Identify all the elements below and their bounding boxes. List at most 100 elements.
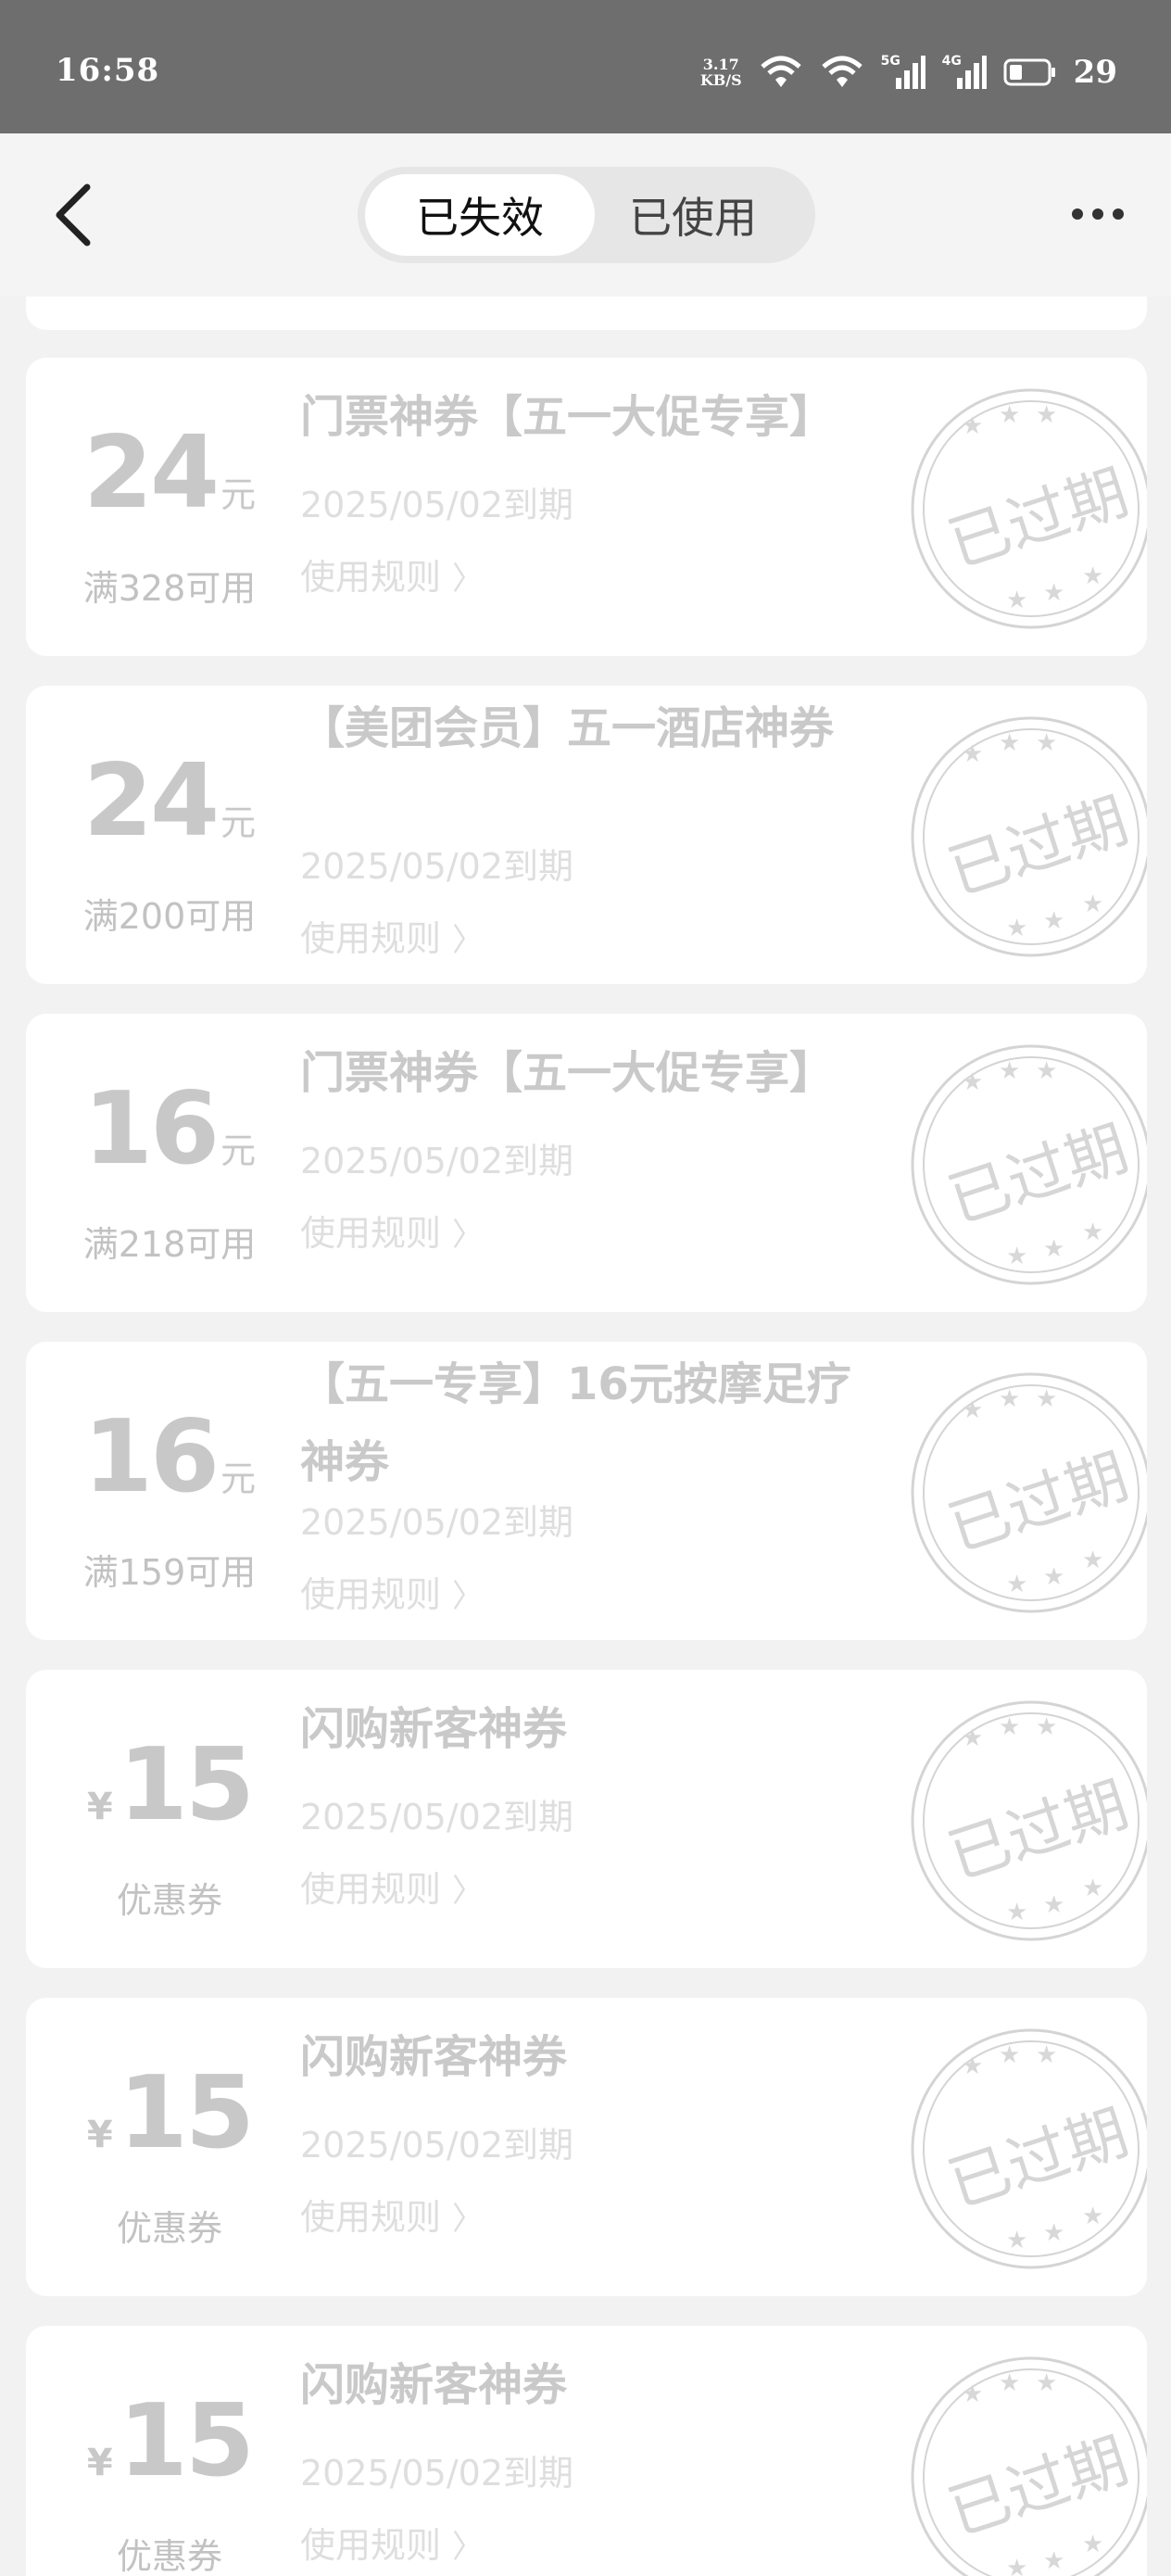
svg-text:★: ★ [1006, 915, 1027, 942]
coupon-rules-link[interactable]: 使用规则〉 [300, 549, 484, 600]
coupon-card-partial[interactable] [26, 297, 1147, 330]
network-speed-unit: KB/S [699, 71, 742, 89]
coupon-rules-label: 使用规则 [300, 1574, 442, 1615]
coupon-expiry: 2025/05/02到期 [300, 2125, 574, 2166]
coupon-currency: ¥ [86, 2442, 113, 2484]
more-dots-icon [1113, 208, 1124, 220]
coupon-condition: 优惠券 [116, 2208, 222, 2249]
stamp-text: 已过期 [940, 2424, 1137, 2548]
coupon-amount-value: 15 [118, 1727, 255, 1843]
coupon-expiry: 2025/05/02到期 [300, 846, 574, 887]
svg-text:★: ★ [1006, 2555, 1027, 2576]
coupon-rules-label: 使用规则 [300, 2197, 442, 2238]
coupon-card[interactable]: ¥15 优惠券 闪购新客神券 2025/05/02到期 使用规则〉 ★ ★ ★ ★ ★… [26, 1670, 1147, 1968]
coupon-title: 闪购新客神券 [300, 2359, 568, 2411]
coupon-amount-value: 24 [82, 743, 220, 859]
expired-stamp-icon: ★ ★ ★ ★ ★ ★ 已过期 [911, 1372, 1147, 1613]
coupon-amount: 16 元 [26, 1407, 313, 1509]
coupon-condition: 满159可用 [82, 1552, 257, 1593]
coupon-title: 门票神券【五一大促专享】 [300, 391, 835, 443]
svg-text:★: ★ [1036, 1385, 1057, 1413]
coupon-title: 闪购新客神券 [300, 2031, 568, 2083]
network-speed-value: 3.17 [702, 56, 739, 73]
coupon-rules-link[interactable]: 使用规则〉 [300, 910, 484, 961]
coupon-amount: 24 元 [26, 423, 313, 524]
svg-text:★: ★ [1082, 562, 1103, 590]
coupon-amount-value: 16 [82, 1399, 220, 1515]
back-button[interactable] [48, 182, 107, 248]
chevron-left-icon [56, 183, 91, 246]
coupon-amount-unit: 元 [220, 1130, 257, 1171]
svg-text:★: ★ [999, 1057, 1020, 1085]
stamp-text: 已过期 [940, 784, 1137, 908]
coupon-rules-link[interactable]: 使用规则〉 [300, 1205, 484, 1256]
chevron-right-icon: 〉 [452, 1578, 485, 1615]
coupon-title: 门票神券【五一大促专享】 [300, 1047, 835, 1099]
tab-used[interactable]: 已使用 [578, 174, 808, 256]
svg-text:★: ★ [1043, 1563, 1064, 1591]
expired-stamp-icon: ★ ★ ★ ★ ★ ★ 已过期 [911, 388, 1147, 629]
battery-icon [1003, 57, 1057, 87]
svg-text:★: ★ [1043, 2547, 1064, 2575]
svg-text:★: ★ [1043, 2219, 1064, 2247]
coupon-amount: ¥15 [26, 2391, 313, 2493]
stamp-text: 已过期 [940, 456, 1137, 580]
expired-stamp-icon: ★ ★ ★ ★ ★ ★ 已过期 [911, 1044, 1147, 1285]
coupon-card[interactable]: ¥15 优惠券 闪购新客神券 2025/05/02到期 使用规则〉 ★ ★ ★ ★ ★… [26, 2326, 1147, 2576]
svg-text:★: ★ [1036, 2369, 1057, 2397]
svg-text:★: ★ [962, 2380, 983, 2408]
svg-text:★: ★ [1006, 587, 1027, 614]
coupon-list[interactable]: 24 元 满328可用 门票神券【五一大促专享】 2025/05/02到期 使用规… [0, 297, 1171, 2576]
coupon-rules-link[interactable]: 使用规则〉 [300, 1566, 484, 1617]
tab-expired[interactable]: 已失效 [365, 174, 595, 256]
svg-text:★: ★ [1043, 579, 1064, 607]
coupon-rules-label: 使用规则 [300, 1213, 442, 1254]
coupon-condition: 优惠券 [116, 2536, 222, 2576]
svg-text:★: ★ [962, 2052, 983, 2080]
chevron-right-icon: 〉 [452, 561, 485, 598]
svg-text:★: ★ [1082, 890, 1103, 918]
svg-text:★: ★ [1036, 2041, 1057, 2069]
coupon-card[interactable]: 24 元 满200可用 【美团会员】五一酒店神券 2025/05/02到期 使用规… [26, 686, 1147, 984]
coupon-expiry: 2025/05/02到期 [300, 2453, 574, 2494]
svg-text:★: ★ [1006, 1571, 1027, 1598]
svg-text:★: ★ [999, 1385, 1020, 1413]
coupon-amount-unit: 元 [220, 802, 257, 843]
coupon-rules-link[interactable]: 使用规则〉 [300, 2189, 484, 2240]
svg-text:★: ★ [1043, 1235, 1064, 1263]
stamp-text: 已过期 [940, 1112, 1137, 1236]
coupon-card[interactable]: 24 元 满328可用 门票神券【五一大促专享】 2025/05/02到期 使用规… [26, 358, 1147, 656]
stamp-text: 已过期 [940, 1440, 1137, 1564]
svg-text:★: ★ [999, 1713, 1020, 1741]
coupon-title: 闪购新客神券 [300, 1703, 568, 1755]
chevron-right-icon: 〉 [452, 2529, 485, 2566]
coupon-condition: 优惠券 [116, 1880, 222, 1921]
coupon-amount-unit: 元 [220, 474, 257, 515]
chevron-right-icon: 〉 [452, 1217, 485, 1254]
coupon-title: 【美团会员】五一酒店神券 [300, 702, 835, 754]
coupon-expiry: 2025/05/02到期 [300, 1141, 574, 1181]
network-speed: 3.17 KB/S [700, 57, 742, 88]
coupon-card[interactable]: 16 元 满159可用 【五一专享】16元按摩足疗神券 2025/05/02到期 … [26, 1342, 1147, 1640]
expired-stamp-icon: ★ ★ ★ ★ ★ ★ 已过期 [911, 2028, 1147, 2269]
svg-text:★: ★ [1082, 2531, 1103, 2558]
svg-text:★: ★ [1082, 1219, 1103, 1246]
coupon-condition: 满200可用 [82, 896, 257, 937]
status-icons: 3.17 KB/S 5G 4G 29 [700, 50, 1117, 95]
svg-text:★: ★ [1082, 1547, 1103, 1574]
coupon-condition: 满328可用 [82, 568, 257, 609]
svg-text:★: ★ [1043, 907, 1064, 935]
svg-text:★: ★ [962, 1068, 983, 1096]
more-button[interactable] [1065, 200, 1130, 228]
coupon-amount: 24 元 [26, 751, 313, 852]
svg-text:★: ★ [1036, 1713, 1057, 1741]
coupon-amount-value: 24 [82, 415, 220, 531]
sim-label-4g: 4G [941, 54, 962, 69]
coupon-card[interactable]: ¥15 优惠券 闪购新客神券 2025/05/02到期 使用规则〉 ★ ★ ★ ★ ★… [26, 1998, 1147, 2296]
coupon-rules-link[interactable]: 使用规则〉 [300, 1861, 484, 1912]
coupon-rules-link[interactable]: 使用规则〉 [300, 2517, 484, 2568]
coupon-amount: ¥15 [26, 1735, 313, 1837]
sim-label-5g: 5G [880, 54, 900, 69]
stamp-text: 已过期 [940, 1768, 1137, 1892]
coupon-card[interactable]: 16 元 满218可用 门票神券【五一大促专享】 2025/05/02到期 使用规… [26, 1014, 1147, 1312]
